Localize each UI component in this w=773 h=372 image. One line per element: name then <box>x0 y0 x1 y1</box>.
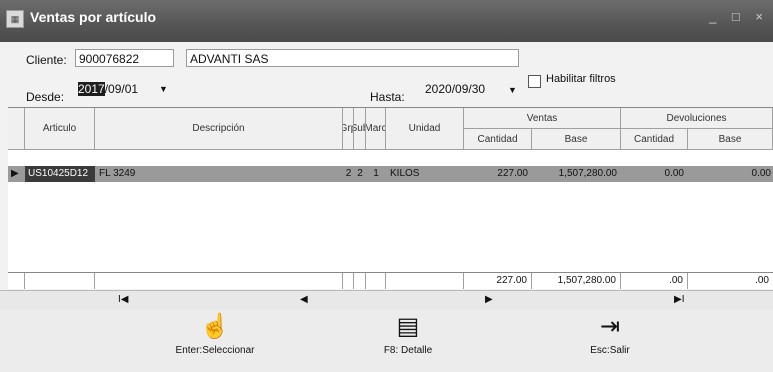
col-unidad[interactable]: Unidad <box>386 108 464 150</box>
exit-label: Esc:Salir <box>590 345 630 356</box>
detail-label: F8: Detalle <box>383 345 433 356</box>
col-group-devoluciones: Devoluciones <box>621 108 773 129</box>
table-row[interactable]: ▶ US10425D12 FL 3249 2 2 1 KILOS 227.00 … <box>8 166 773 182</box>
cliente-label: Cliente: <box>26 53 67 67</box>
chevron-down-icon[interactable]: ▼ <box>508 81 517 99</box>
cell-ventas-cantidad[interactable]: 227.00 <box>464 166 532 182</box>
select-label: Enter:Seleccionar <box>175 345 255 356</box>
totals-cell-blank <box>366 273 386 289</box>
cell-sub[interactable]: 2 <box>354 166 366 182</box>
col-marc[interactable]: Marc <box>366 108 386 150</box>
next-record-button[interactable]: ▶ <box>485 291 493 309</box>
totals-cell-blank <box>8 273 25 289</box>
total-ventas-cantidad: 227.00 <box>464 273 532 289</box>
first-record-button[interactable]: I◀ <box>118 291 128 309</box>
col-descripcion[interactable]: Descripción <box>95 108 343 150</box>
totals-cell-blank <box>354 273 366 289</box>
col-ventas-base[interactable]: Base <box>532 129 621 150</box>
title-bar: ▦ Ventas por artículo _ □ × <box>0 0 773 42</box>
col-grp[interactable]: Grp <box>343 108 354 150</box>
desde-rest: /09/01 <box>104 82 139 96</box>
window-controls[interactable]: _ □ × <box>709 9 769 24</box>
cell-unidad[interactable]: KILOS <box>388 166 462 182</box>
col-dev-base[interactable]: Base <box>688 129 773 150</box>
total-dev-cantidad: .00 <box>621 273 688 289</box>
hand-pointer-icon: ☝ <box>200 313 230 340</box>
habilitar-filtros-checkbox[interactable] <box>528 75 541 88</box>
app-icon: ▦ <box>6 10 24 28</box>
desde-label: Desde: <box>26 90 65 104</box>
cell-grp[interactable]: 2 <box>343 166 354 182</box>
filter-panel: Cliente: 900076822 ADVANTI SAS Desde: 20… <box>0 42 773 107</box>
row-pointer-icon: ▶ <box>11 168 19 179</box>
cell-descripcion[interactable]: FL 3249 <box>97 166 337 182</box>
totals-cell-blank <box>343 273 354 289</box>
cell-marc[interactable]: 1 <box>366 166 386 182</box>
sales-grid[interactable]: Articulo Descripción Grp Sub Marc Unidad… <box>8 107 773 289</box>
cliente-code-field[interactable]: 900076822 <box>75 49 174 67</box>
prev-record-button[interactable]: ◀ <box>300 291 308 309</box>
desde-date-picker[interactable]: 2017/09/01 ▼ <box>75 80 168 98</box>
totals-cell-blank <box>386 273 464 289</box>
col-dev-cantidad[interactable]: Cantidad <box>621 129 688 150</box>
hasta-label: Hasta: <box>370 90 405 104</box>
chevron-down-icon[interactable]: ▼ <box>159 80 168 98</box>
cell-dev-base[interactable]: 0.00 <box>688 166 773 182</box>
col-articulo[interactable]: Articulo <box>25 108 95 150</box>
totals-cell-blank <box>95 273 343 289</box>
hasta-date-picker[interactable]: 2020/09/30 ▼ <box>422 80 522 98</box>
habilitar-filtros-label: Habilitar filtros <box>546 73 616 85</box>
last-record-button[interactable]: ▶I <box>674 291 684 309</box>
exit-door-icon: ⇥ <box>599 313 621 340</box>
detail-button[interactable]: ▤ F8: Detalle <box>368 313 448 356</box>
totals-row: 227.00 1,507,280.00 .00 .00 <box>8 272 773 289</box>
window-title: Ventas por artículo <box>30 9 157 25</box>
cell-dev-cantidad[interactable]: 0.00 <box>621 166 688 182</box>
hasta-value: 2020/09/30 <box>425 82 486 96</box>
col-group-ventas: Ventas <box>464 108 621 129</box>
desde-year-selected: 2017 <box>78 82 105 96</box>
exit-button[interactable]: ⇥ Esc:Salir <box>570 313 650 356</box>
row-indicator-header <box>8 108 25 150</box>
document-icon: ▤ <box>396 313 420 340</box>
totals-cell-blank <box>25 273 95 289</box>
cliente-name-field[interactable]: ADVANTI SAS <box>186 49 519 67</box>
select-button[interactable]: ☝ Enter:Seleccionar <box>150 313 280 356</box>
total-ventas-base: 1,507,280.00 <box>532 273 621 289</box>
cell-ventas-base[interactable]: 1,507,280.00 <box>532 166 621 182</box>
cell-articulo[interactable]: US10425D12 <box>25 166 95 182</box>
action-bar: ☝ Enter:Seleccionar ▤ F8: Detalle ⇥ Esc:… <box>0 309 773 372</box>
col-ventas-cantidad[interactable]: Cantidad <box>464 129 532 150</box>
total-dev-base: .00 <box>688 273 773 289</box>
record-navigator: I◀ ◀ ▶ ▶I <box>0 290 773 310</box>
col-sub[interactable]: Sub <box>354 108 366 150</box>
